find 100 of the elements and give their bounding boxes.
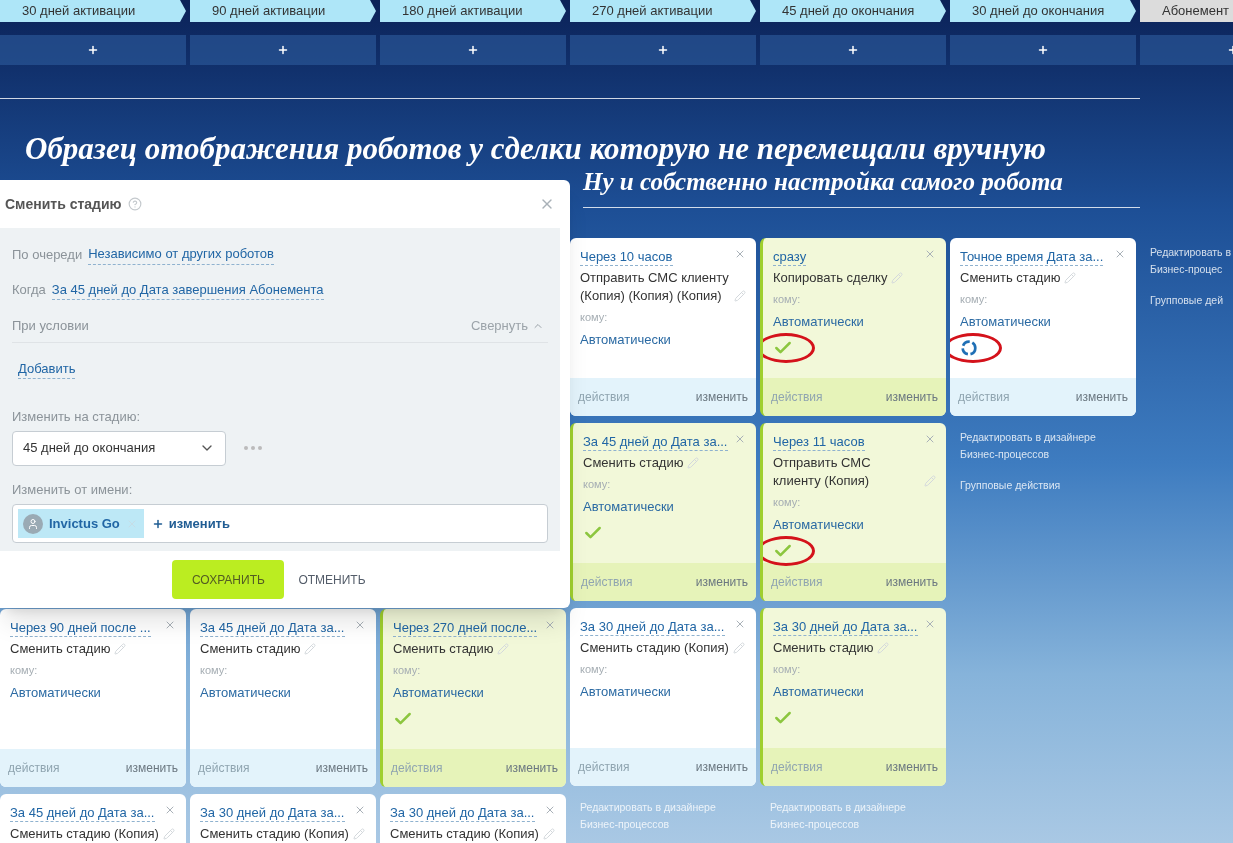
pencil-icon[interactable] xyxy=(877,642,890,654)
robot-action-text: Сменить стадию (Копия) xyxy=(390,825,539,843)
add-robot-button[interactable] xyxy=(190,35,376,65)
robot-trigger-link[interactable]: За 45 дней до Дата за... xyxy=(200,619,345,637)
stage-header[interactable]: 90 дней активации xyxy=(190,0,376,22)
add-robot-button[interactable] xyxy=(760,35,946,65)
recipient-link[interactable]: Автоматически xyxy=(773,681,864,701)
robot-trigger-link[interactable]: За 30 дней до Дата за... xyxy=(200,804,345,822)
robot-trigger-link[interactable]: За 30 дней до Дата за... xyxy=(580,618,725,636)
pencil-icon[interactable] xyxy=(162,828,175,840)
robot-trigger-link[interactable]: Через 10 часов xyxy=(580,248,673,266)
edit-link[interactable]: изменить xyxy=(315,759,368,777)
sidebar-link[interactable]: Групповые дей xyxy=(1150,292,1232,309)
page-heading: Образец отображения роботов у сделки которую не перемещали вручную xyxy=(25,131,1047,167)
stage-header[interactable]: 30 дней до окончания xyxy=(950,0,1136,22)
stage-header[interactable]: 270 дней активации xyxy=(570,0,756,22)
pencil-icon[interactable] xyxy=(542,828,555,840)
edit-link[interactable]: изменить xyxy=(695,388,748,406)
recipient-link[interactable]: Автоматически xyxy=(583,496,674,516)
recipient-link[interactable]: Автоматически xyxy=(393,682,484,702)
save-button[interactable]: СОХРАНИТЬ xyxy=(172,560,285,599)
robot-action-text: Сменить стадию xyxy=(960,269,1061,287)
sidebar-link[interactable]: Редактировать в дизайнере Бизнес-процессов xyxy=(960,429,1136,463)
sidebar-link[interactable]: Групповые действия xyxy=(960,477,1136,494)
order-link[interactable]: Независимо от других роботов xyxy=(88,244,274,265)
edit-link[interactable]: изменить xyxy=(1075,388,1128,406)
robot-trigger-link[interactable]: Через 90 дней после ... xyxy=(10,619,151,637)
close-icon[interactable] xyxy=(544,619,556,631)
pencil-icon[interactable] xyxy=(687,457,700,469)
pencil-icon[interactable] xyxy=(732,642,745,654)
robot-trigger-link[interactable]: За 30 дней до Дата за... xyxy=(773,618,918,636)
stage-header[interactable]: Абонемент xyxy=(1140,0,1233,22)
close-icon[interactable] xyxy=(734,618,746,630)
edit-link[interactable]: изменить xyxy=(885,388,938,406)
add-robot-button[interactable] xyxy=(0,35,186,65)
recipient-link[interactable]: Автоматически xyxy=(10,682,101,702)
robot-trigger-link[interactable]: За 30 дней до Дата за... xyxy=(390,804,535,822)
edit-link[interactable]: изменить xyxy=(885,758,938,776)
add-robot-button[interactable] xyxy=(380,35,566,65)
robot-trigger-link[interactable]: За 45 дней до Дата за... xyxy=(583,433,728,451)
close-icon[interactable] xyxy=(924,433,936,445)
recipient-label: кому: xyxy=(960,292,988,307)
robot-trigger-link[interactable]: Через 11 часов xyxy=(773,433,865,451)
pencil-icon[interactable] xyxy=(924,475,936,487)
recipient-link[interactable]: Автоматически xyxy=(773,311,864,331)
pencil-icon[interactable] xyxy=(734,290,746,302)
stage-header[interactable]: 30 дней активации xyxy=(0,0,186,22)
order-label: По очереди xyxy=(12,245,83,264)
pencil-icon[interactable] xyxy=(891,272,904,284)
edit-link[interactable]: изменить xyxy=(695,573,748,591)
recipient-link[interactable]: Автоматически xyxy=(960,311,1051,331)
close-icon[interactable] xyxy=(734,433,746,445)
close-icon[interactable] xyxy=(734,248,746,260)
plus-icon xyxy=(657,44,669,56)
close-icon[interactable] xyxy=(544,804,556,816)
close-icon[interactable] xyxy=(164,619,176,631)
stage-header[interactable]: 45 дней до окончания xyxy=(760,0,946,22)
when-link[interactable]: За 45 дней до Дата завершения Абонемента xyxy=(51,279,324,300)
close-icon[interactable] xyxy=(354,804,366,816)
recipient-label: кому: xyxy=(773,292,801,307)
pencil-icon[interactable] xyxy=(304,643,317,655)
recipient-link[interactable]: Автоматически xyxy=(773,514,864,534)
avatar-icon xyxy=(23,513,43,534)
more-icon[interactable] xyxy=(244,446,262,450)
robot-trigger-link[interactable]: сразу xyxy=(773,248,807,266)
recipient-link[interactable]: Автоматически xyxy=(580,681,671,701)
pencil-icon[interactable] xyxy=(114,643,127,655)
robot-trigger-link[interactable]: За 45 дней до Дата за... xyxy=(10,804,155,822)
edit-link[interactable]: изменить xyxy=(885,573,938,591)
recipient-label: кому: xyxy=(10,663,38,678)
edit-link[interactable]: изменить xyxy=(505,759,558,777)
plus-icon xyxy=(151,517,164,530)
stage-header[interactable]: 180 дней активации xyxy=(380,0,566,22)
robot-action-text: Сменить стадию (Копия) xyxy=(580,639,729,657)
close-icon[interactable] xyxy=(924,618,936,630)
close-icon[interactable] xyxy=(924,248,936,260)
sidebar-link[interactable]: Редактировать в Бизнес-процес xyxy=(1150,244,1232,278)
edit-link[interactable]: изменить xyxy=(125,759,178,777)
plus-icon xyxy=(277,44,289,56)
pencil-icon[interactable] xyxy=(497,643,510,655)
plus-icon xyxy=(87,44,99,56)
add-robot-button[interactable] xyxy=(950,35,1136,65)
close-icon[interactable] xyxy=(354,619,366,631)
pencil-icon[interactable] xyxy=(352,828,365,840)
change-user-button[interactable]: изменить xyxy=(151,513,230,534)
close-icon[interactable] xyxy=(164,804,176,816)
user-field[interactable]: Invictus Go изменить xyxy=(12,504,548,543)
add-condition-link[interactable]: Добавить xyxy=(18,358,76,379)
pencil-icon[interactable] xyxy=(1064,272,1077,284)
edit-link[interactable]: изменить xyxy=(695,758,748,776)
condition-label: При условии xyxy=(12,317,89,335)
robot-trigger-link[interactable]: Точное время Дата за... xyxy=(960,248,1104,266)
robot-trigger-link[interactable]: Через 270 дней после... xyxy=(393,619,538,637)
recipient-link[interactable]: Автоматически xyxy=(580,329,671,349)
recipient-link[interactable]: Автоматически xyxy=(200,682,291,702)
cancel-button[interactable]: ОТМЕНИТЬ xyxy=(296,560,368,599)
help-icon[interactable] xyxy=(127,197,142,211)
close-icon[interactable] xyxy=(1114,248,1126,260)
add-robot-button[interactable] xyxy=(570,35,756,65)
stage-select[interactable]: 45 дней до окончания xyxy=(12,430,226,466)
